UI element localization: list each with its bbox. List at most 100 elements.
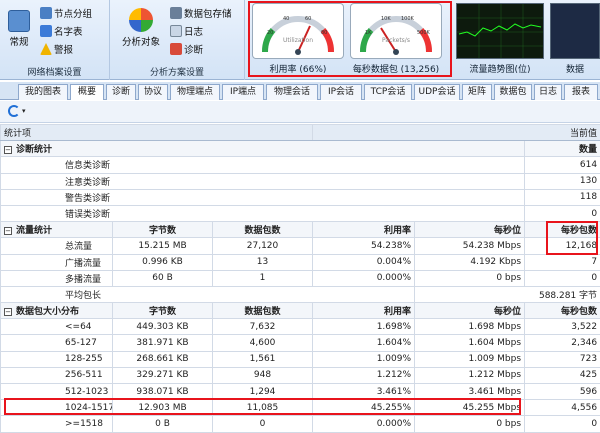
row-label: 广播流量 bbox=[1, 254, 113, 270]
cell: 1.698% bbox=[313, 319, 415, 335]
group-label: 网络档案设置 bbox=[0, 65, 109, 78]
table-row: 错误类诊断0 bbox=[1, 205, 600, 221]
analysis-object-button[interactable]: 分析对象 bbox=[114, 8, 168, 48]
col-utilization: 利用率 bbox=[313, 303, 415, 319]
row-value: 614 bbox=[525, 157, 600, 173]
cell: 0.996 KB bbox=[113, 254, 213, 270]
alarm-button[interactable]: 警报 bbox=[40, 42, 73, 56]
name-table-button[interactable]: 名字表 bbox=[40, 24, 83, 38]
table-row: 总流量15.215 MB27,12054.238%54.238 Mbps12,1… bbox=[1, 238, 600, 254]
traffic-trend-chart[interactable] bbox=[456, 3, 544, 59]
warning-icon bbox=[40, 43, 52, 55]
cell: 425 bbox=[525, 367, 600, 383]
row-label: 错误类诊断 bbox=[1, 205, 525, 221]
cell: 588.281 字节 bbox=[415, 286, 600, 302]
collapse-icon[interactable]: − bbox=[4, 308, 12, 316]
section-title[interactable]: −流量统计 bbox=[1, 222, 113, 238]
section-title[interactable]: −诊断统计 bbox=[1, 141, 525, 157]
summary-table: 统计项 当前值 −诊断统计 数量 信息类诊断614 注意类诊断130 警告类诊断… bbox=[0, 124, 600, 433]
cell: 268.661 KB bbox=[113, 351, 213, 367]
tab-my-charts[interactable]: 我的图表 bbox=[18, 84, 68, 100]
collapse-icon[interactable]: − bbox=[4, 227, 12, 235]
tab-diagnosis[interactable]: 诊断 bbox=[106, 84, 136, 100]
table-row: 平均包长588.281 字节 bbox=[1, 286, 600, 302]
log-icon bbox=[170, 25, 182, 37]
view-tabs: 我的图表 概要 诊断 协议 物理端点 IP端点 物理会话 IP会话 TCP会话 … bbox=[0, 82, 600, 100]
cell: 1.212 Mbps bbox=[415, 367, 525, 383]
row-label: 注意类诊断 bbox=[1, 173, 525, 189]
cell: 381.971 KB bbox=[113, 335, 213, 351]
node-group-button[interactable]: 节点分组 bbox=[40, 6, 92, 20]
col-packets: 数据包数 bbox=[213, 303, 313, 319]
cell: 4,556 bbox=[525, 400, 600, 416]
tab-ip-endpoint[interactable]: IP端点 bbox=[222, 84, 264, 100]
table-row: 注意类诊断130 bbox=[1, 173, 600, 189]
table-row: <=64449.303 KB7,6321.698%1.698 Mbps3,522 bbox=[1, 319, 600, 335]
section-title[interactable]: −数据包大小分布 bbox=[1, 303, 113, 319]
tab-packets[interactable]: 数据包 bbox=[494, 84, 532, 100]
cell: 4.192 Kbps bbox=[415, 254, 525, 270]
tab-udp-session[interactable]: UDP会话 bbox=[414, 84, 460, 100]
row-label: 平均包长 bbox=[1, 286, 415, 302]
dropdown-arrow-icon: ▾ bbox=[22, 107, 26, 115]
cell: 1.698 Mbps bbox=[415, 319, 525, 335]
cell: 449.303 KB bbox=[113, 319, 213, 335]
collapse-icon[interactable]: − bbox=[4, 146, 12, 154]
name-table-icon bbox=[40, 25, 52, 37]
header-item: 统计项 bbox=[1, 125, 313, 141]
ribbon-group-analysis-scheme: 分析对象 数据包存储 日志 诊断 分析方案设置 bbox=[110, 0, 245, 80]
cell: 7 bbox=[525, 254, 600, 270]
row-label: 256-511 bbox=[1, 367, 113, 383]
tab-tcp-session[interactable]: TCP会话 bbox=[364, 84, 412, 100]
node-group-icon bbox=[40, 7, 52, 19]
cell: 60 B bbox=[113, 270, 213, 286]
row-label: 总流量 bbox=[1, 238, 113, 254]
tab-summary[interactable]: 概要 bbox=[70, 84, 104, 100]
col-bps: 每秒位 bbox=[415, 303, 525, 319]
diagnosis-icon bbox=[170, 43, 182, 55]
general-button[interactable]: 常规 bbox=[4, 10, 34, 48]
cell: 948 bbox=[213, 367, 313, 383]
table-row: 65-127381.971 KB4,6001.604%1.604 Mbps2,3… bbox=[1, 335, 600, 351]
cell: 723 bbox=[525, 351, 600, 367]
cell: 1.604% bbox=[313, 335, 415, 351]
cell: 7,632 bbox=[213, 319, 313, 335]
row-label: 128-255 bbox=[1, 351, 113, 367]
diagnosis-button[interactable]: 诊断 bbox=[170, 42, 203, 56]
cell: 1.009 Mbps bbox=[415, 351, 525, 367]
tab-protocol[interactable]: 协议 bbox=[138, 84, 168, 100]
cell: 1 bbox=[213, 270, 313, 286]
cell: 0 bbox=[525, 270, 600, 286]
cell: 13 bbox=[213, 254, 313, 270]
row-label: 多播流量 bbox=[1, 270, 113, 286]
ribbon: 常规 节点分组 名字表 警报 网络档案设置 分析对象 数据包存储 日志 诊断 分… bbox=[0, 0, 600, 80]
row-1024-1517-highlight bbox=[4, 398, 521, 415]
extra-panel[interactable] bbox=[550, 3, 600, 59]
tab-log[interactable]: 日志 bbox=[534, 84, 562, 100]
tab-physical-endpoint[interactable]: 物理端点 bbox=[170, 84, 220, 100]
table-row: 信息类诊断614 bbox=[1, 157, 600, 173]
col-bps: 每秒位 bbox=[415, 222, 525, 238]
tab-report[interactable]: 报表 bbox=[564, 84, 598, 100]
log-button[interactable]: 日志 bbox=[170, 24, 203, 38]
header-current-value: 当前值 bbox=[313, 125, 600, 141]
refresh-button[interactable]: ▾ bbox=[8, 105, 26, 117]
traffic-trend-caption: 流量趋势图(位) bbox=[456, 62, 544, 75]
col-count: 数量 bbox=[525, 141, 600, 157]
tab-ip-session[interactable]: IP会话 bbox=[320, 84, 362, 100]
row-label: 65-127 bbox=[1, 335, 113, 351]
table-header-row: 统计项 当前值 bbox=[1, 125, 600, 141]
cell: 4,600 bbox=[213, 335, 313, 351]
general-icon bbox=[8, 10, 30, 32]
tab-matrix[interactable]: 矩阵 bbox=[462, 84, 492, 100]
group-label: 分析方案设置 bbox=[110, 65, 244, 78]
refresh-icon bbox=[8, 105, 20, 117]
cell: 0 bps bbox=[415, 270, 525, 286]
tab-physical-session[interactable]: 物理会话 bbox=[266, 84, 318, 100]
gauges-highlight bbox=[248, 1, 452, 77]
col-bytes: 字节数 bbox=[113, 222, 213, 238]
packet-storage-button[interactable]: 数据包存储 bbox=[170, 6, 232, 20]
cell: 329.271 KB bbox=[113, 367, 213, 383]
cell: 54.238 Mbps bbox=[415, 238, 525, 254]
analysis-object-icon bbox=[129, 8, 153, 32]
